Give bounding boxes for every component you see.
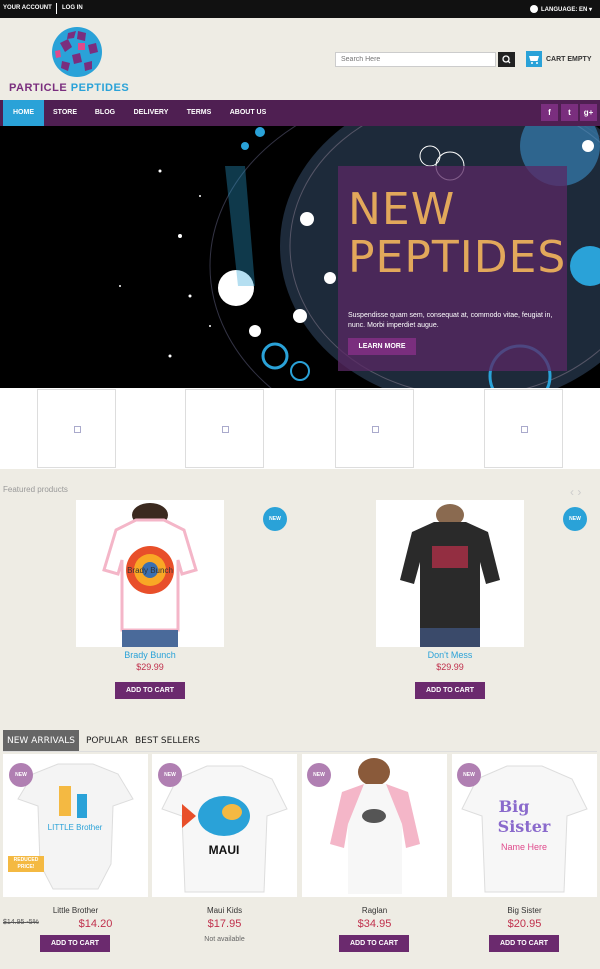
tab-best-sellers[interactable]: BEST SELLERS [135, 730, 200, 752]
shirt-print-text: LITTLE Brother [48, 823, 103, 832]
hero-title-line-2: PEPTIDES [348, 232, 567, 283]
product-name[interactable]: Raglan [302, 906, 447, 915]
facebook-icon[interactable]: f [541, 104, 558, 121]
product-name[interactable]: Little Brother [3, 906, 148, 915]
hero-title-line-1: NEW [348, 184, 456, 235]
add-to-cart-button[interactable]: ADD TO CART [415, 682, 485, 699]
new-badge: NEW [263, 507, 287, 531]
availability-status: Not available [204, 936, 245, 943]
globe-icon [529, 5, 538, 13]
product-name[interactable]: Brady Bunch [76, 650, 224, 660]
carousel-arrows[interactable]: ‹ › [570, 485, 581, 499]
add-to-cart-button[interactable]: ADD TO CART [115, 682, 185, 699]
shirt-print-text: Big [499, 797, 530, 816]
add-to-cart-button[interactable]: ADD TO CART [339, 935, 409, 952]
topbar-divider [56, 3, 57, 14]
logo-text[interactable]: PARTICLE PEPTIDES [9, 82, 129, 94]
hero-title: NEW PEPTIDES [348, 186, 566, 282]
new-badge: NEW [307, 763, 331, 787]
nav-about-us[interactable]: ABOUT US [223, 100, 273, 126]
tab-new-arrivals[interactable]: NEW ARRIVALS [3, 730, 79, 752]
product-price: $20.95 [507, 918, 542, 930]
main-nav: HOME STORE BLOG DELIVERY TERMS ABOUT US [0, 100, 600, 126]
cart-icon[interactable] [526, 51, 542, 67]
broken-image-icon [74, 426, 81, 433]
broken-image-icon [372, 426, 379, 433]
new-badge: NEW [158, 763, 182, 787]
brand-thumbnail[interactable] [335, 389, 414, 468]
product-price: $34.95 [357, 918, 392, 930]
brand-thumbnail[interactable] [37, 389, 116, 468]
product-price: $17.95 [207, 918, 242, 930]
logo-word-1: PARTICLE [9, 82, 68, 94]
product-price: $29.99 [136, 662, 164, 672]
learn-more-button[interactable]: LEARN MORE [348, 338, 416, 355]
brand-thumbnail[interactable] [185, 389, 264, 468]
google-plus-icon[interactable]: g+ [580, 104, 597, 121]
language-label: LANGUAGE: EN ▾ [540, 7, 592, 13]
new-badge: NEW [457, 763, 481, 787]
featured-products-heading: Featured products [3, 485, 68, 494]
add-to-cart-button[interactable]: ADD TO CART [489, 935, 559, 952]
logo-word-2: PEPTIDES [70, 82, 130, 94]
hero-banner: NEW PEPTIDES Suspendisse quam sem, conseq… [0, 126, 600, 388]
chevron-left-icon[interactable]: ‹ [570, 485, 574, 499]
product-image-dont-mess[interactable] [376, 500, 524, 647]
your-account-link[interactable]: YOUR ACCOUNT [3, 5, 52, 11]
search-input[interactable] [335, 52, 496, 67]
nav-store[interactable]: STORE [48, 100, 82, 126]
shirt-print-text: MAUI [209, 843, 240, 857]
language-selector[interactable]: LANGUAGE: EN ▾ [529, 5, 592, 13]
new-badge: NEW [563, 507, 587, 531]
new-badge: NEW [9, 763, 33, 787]
twitter-icon[interactable]: t [561, 104, 578, 121]
add-to-cart-button[interactable]: ADD TO CART [40, 935, 110, 952]
top-bar: YOUR ACCOUNT LOG IN LANGUAGE: EN ▾ [0, 0, 600, 18]
shirt-print-text: Brady Bunch [127, 566, 173, 575]
broken-image-icon [222, 426, 229, 433]
nav-terms[interactable]: TERMS [181, 100, 217, 126]
product-name[interactable]: Don't Mess [376, 650, 524, 660]
hero-promo-card: NEW PEPTIDES Suspendisse quam sem, conseq… [338, 166, 567, 371]
search-icon [502, 55, 511, 64]
nav-blog[interactable]: BLOG [88, 100, 122, 126]
product-name[interactable]: Maui Kids [152, 906, 297, 915]
search-button[interactable] [498, 52, 515, 67]
nav-delivery[interactable]: DELIVERY [128, 100, 174, 126]
product-name[interactable]: Big Sister [452, 906, 597, 915]
reduced-price-badge: REDUCED PRICE! [8, 856, 44, 872]
product-price: $29.99 [436, 662, 464, 672]
tshirt-image [376, 500, 524, 647]
tab-popular[interactable]: POPULAR [86, 730, 128, 752]
shirt-print-text: Sister [498, 817, 551, 836]
cart-label[interactable]: CART EMPTY [546, 56, 592, 63]
tshirt-image: Brady Bunch [76, 500, 224, 647]
tab-divider [3, 751, 597, 752]
login-link[interactable]: LOG IN [62, 5, 83, 11]
chevron-right-icon[interactable]: › [577, 485, 581, 499]
broken-image-icon [521, 426, 528, 433]
hero-description: Suspendisse quam sem, consequat at, comm… [348, 312, 553, 329]
shirt-print-text: Name Here [501, 842, 547, 852]
brand-thumbnail[interactable] [484, 389, 563, 468]
nav-home[interactable]: HOME [3, 100, 44, 126]
product-image-brady-bunch[interactable]: Brady Bunch [76, 500, 224, 647]
logo-sphere-icon[interactable] [50, 25, 104, 79]
